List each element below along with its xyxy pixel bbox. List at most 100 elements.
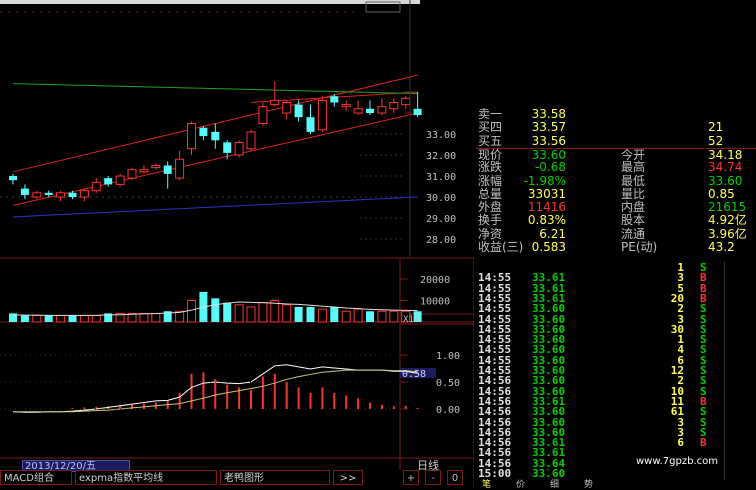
candle-body — [353, 108, 363, 114]
quote-value: 0.85 — [708, 186, 735, 201]
quote-value: 33.57 — [531, 120, 566, 135]
volume-bar — [353, 308, 363, 323]
candle-body — [175, 158, 185, 179]
candle-body — [9, 176, 17, 181]
volume-axis-label: 20000 — [420, 275, 450, 286]
quote-label: 涨幅 — [478, 173, 503, 188]
candle-body — [377, 106, 387, 114]
tab-macd[interactable]: MACD组合 — [0, 470, 72, 485]
tab-laoya[interactable]: 老鸭图形 — [220, 470, 330, 485]
macd-axis-label: 0.00 — [436, 405, 460, 416]
volume-bar — [56, 315, 66, 323]
candle-body — [294, 104, 303, 118]
volume-bar — [317, 308, 327, 323]
volume-bar — [223, 302, 232, 322]
tab-expma[interactable]: expma指数平均线 — [75, 470, 217, 485]
quote-value: 0.83% — [527, 213, 566, 228]
volume-bar — [294, 306, 303, 322]
volume-bar — [258, 302, 268, 323]
zoom-in-button[interactable]: + — [403, 470, 419, 485]
candle-body — [223, 142, 232, 153]
volume-bar — [32, 315, 42, 323]
reset-button[interactable]: 0 — [447, 470, 463, 485]
candle-body — [341, 104, 351, 108]
quote-label: 卖一 — [478, 107, 503, 121]
volume-bar — [211, 298, 220, 322]
price-axis-label: 30.00 — [426, 193, 456, 204]
candle-body — [366, 108, 374, 113]
macd-marker-label: 0.58 — [402, 369, 426, 380]
volume-axis-label: 10000 — [420, 297, 450, 308]
candle-body — [258, 106, 268, 124]
candle-body — [234, 141, 244, 156]
tick-extra-column — [724, 468, 755, 480]
candle-body — [211, 131, 220, 141]
candle-body — [413, 108, 422, 116]
price-axis: 33.00 32.00 31.00 30.00 29.00 28.00 — [360, 0, 456, 257]
quote-value: 21 — [708, 120, 724, 135]
candle-body — [91, 181, 101, 192]
volume-bar — [306, 306, 315, 322]
quote-label: 内盘 — [621, 200, 646, 215]
tab-trend[interactable]: 势 — [584, 477, 593, 490]
volume-bar — [330, 306, 339, 322]
ma-long-line — [12, 83, 418, 95]
tab-detail[interactable]: 细 — [550, 477, 559, 490]
candle-body — [389, 102, 399, 110]
watermark: www.7gpzb.com — [636, 456, 718, 467]
candle-body — [163, 165, 172, 174]
zoom-out-button[interactable]: - — [425, 470, 441, 485]
candle-body — [20, 188, 29, 195]
volume-bar — [234, 304, 244, 323]
quote-value: -1.98% — [523, 173, 566, 188]
quote-value: 43.2 — [708, 240, 735, 254]
price-axis-label: 32.00 — [426, 151, 456, 162]
quote-row: 卖一 33.58 — [476, 108, 756, 121]
tab-tick[interactable]: 笔 — [482, 477, 491, 490]
quote-label: 总量 — [478, 186, 503, 201]
quote-label: 买四 — [478, 120, 503, 135]
quote-value: 33.58 — [531, 107, 566, 121]
window-control — [365, 1, 401, 13]
quote-row: 总量 33031 量比 0.85 — [476, 186, 756, 201]
candle-body — [139, 169, 149, 173]
volume-bar — [20, 315, 29, 322]
quote-row: 换手 0.83% 股本 4.92亿 — [476, 214, 756, 227]
volume-bar — [44, 315, 53, 322]
macd-chart: 1.00 0.50 0.00 0.58 — [0, 351, 460, 416]
tab-price[interactable]: 价 — [516, 477, 525, 490]
candle-body — [187, 123, 196, 150]
tick-list[interactable]: 1 S 14:55 33.61 3 B 14:55 33.61 5 B 14:55 33.61 20 B 1… — [474, 262, 756, 480]
quote-panel: 卖一 33.58 买四 33.57 21 买五 33.56 52 现价 33.60 今开 34.18 涨… — [476, 108, 756, 258]
candle-body — [32, 192, 42, 198]
volume-bar — [187, 300, 196, 323]
candle-body — [246, 131, 256, 150]
candle-body — [330, 96, 339, 103]
candle-body — [317, 99, 327, 131]
quote-label: 买五 — [478, 133, 503, 148]
price-axis-label: 28.00 — [426, 235, 456, 246]
ma-base-line — [12, 196, 418, 218]
quote-label: 流通 — [621, 226, 646, 241]
candle-body — [79, 190, 89, 198]
quote-value: 11416 — [527, 200, 566, 215]
price-axis-label: 29.00 — [426, 214, 456, 225]
chart-area[interactable]: 20000 10000X10 1.00 0.50 0.00 0.58 33.00 32.0… — [0, 0, 474, 487]
volume-bar — [91, 315, 101, 323]
quote-label: 量比 — [621, 186, 646, 201]
candlestick-chart — [9, 74, 422, 218]
quote-row: 涨幅 -1.98% 最低 33.60 — [476, 173, 756, 188]
quote-label: 股本 — [621, 213, 646, 228]
tab-more[interactable]: >> — [333, 470, 363, 485]
tick-price: 33.60 — [532, 467, 566, 480]
quote-row: 收益(三) 0.583 PE(动) 43.2 — [476, 241, 756, 254]
quote-row: 买五 33.56 52 — [476, 133, 756, 148]
volume-bar — [246, 306, 256, 323]
candle-body — [115, 175, 125, 185]
candle-body — [270, 99, 280, 106]
quote-value: 33.60 — [708, 173, 743, 188]
volume-bar — [341, 310, 351, 323]
quote-value: 33031 — [527, 186, 566, 201]
indicator-tabs: MACD组合 expma指数平均线 老鸭图形 >> — [0, 470, 400, 487]
candle-body — [44, 192, 53, 195]
